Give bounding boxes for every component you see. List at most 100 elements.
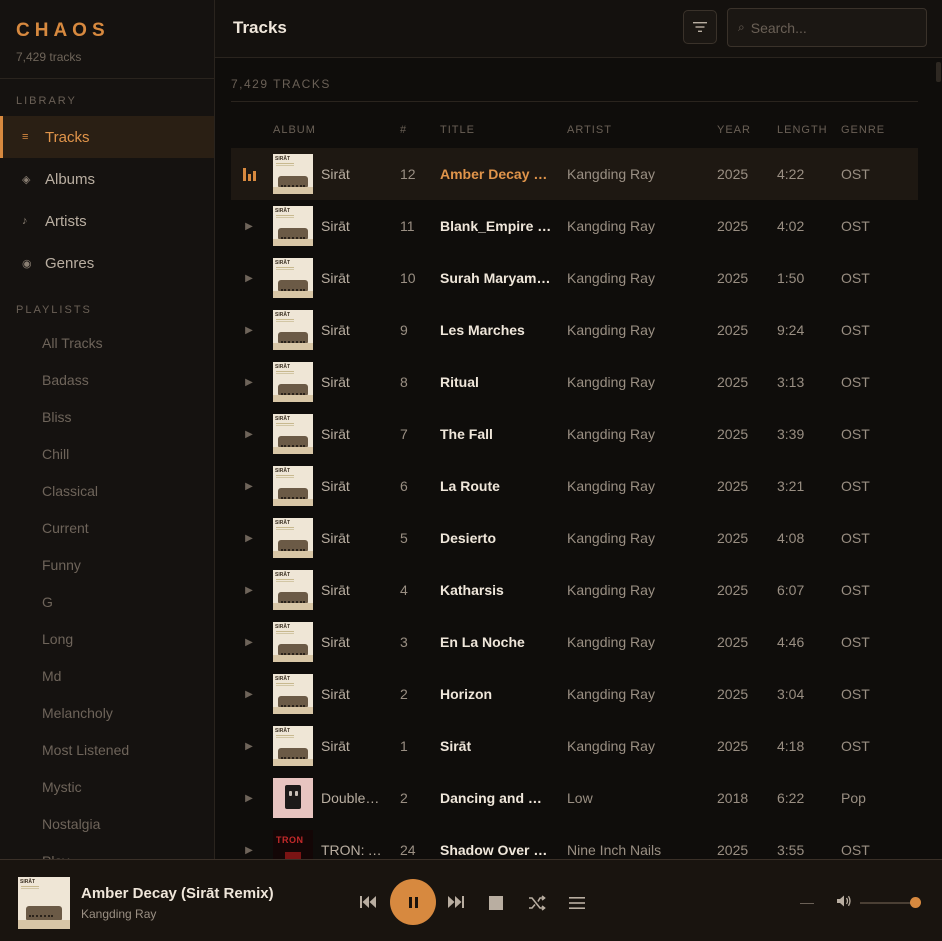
track-length: 3:04	[777, 686, 805, 702]
sidebar-item-albums[interactable]: ◈ Albums	[0, 158, 214, 200]
previous-button[interactable]	[358, 892, 378, 912]
pause-icon	[408, 896, 418, 908]
search-box[interactable]: ⌕	[727, 8, 927, 47]
col-album[interactable]: ALBUM	[273, 124, 316, 136]
table-row[interactable]: ▶ SIRĀT Sirāt 9 Les Marches Kangding Ray 2025 9…	[231, 304, 918, 356]
volume-slider-knob[interactable]	[909, 897, 921, 908]
table-row[interactable]: ▶ SIRĀT Sirāt 6 La Route Kangding Ray 2025 3:21…	[231, 460, 918, 512]
table-row[interactable]: ▶ SIRĀT Sirāt 10 Surah Maryam (Sirāt) Kangdin…	[231, 252, 918, 304]
volume-icon[interactable]	[836, 894, 852, 913]
play-icon: ▶	[245, 376, 253, 388]
track-title: Les Marches	[440, 322, 525, 338]
table-row[interactable]: ▶ SIRĀT Sirāt 1 Sirāt Kangding Ray 2025 4:18 OST	[231, 720, 918, 772]
track-year: 2025	[717, 322, 749, 338]
col-genre[interactable]: GENRE	[841, 124, 885, 136]
track-year: 2025	[717, 478, 749, 494]
sidebar-item-genres[interactable]: ◉ Genres	[0, 242, 214, 284]
playlist-item[interactable]: G	[0, 583, 214, 620]
play-button[interactable]: ▶	[241, 356, 257, 408]
track-length: 6:22	[777, 790, 805, 806]
brand-title: CHAOS	[16, 20, 110, 41]
table-row[interactable]: ▶ SIRĀT Sirāt 8 Ritual Kangding Ray 2025 3:13 OS…	[231, 356, 918, 408]
filter-button[interactable]	[683, 10, 717, 44]
sidebar-item-artists[interactable]: ♪ Artists	[0, 200, 214, 242]
now-playing-art[interactable]: SIRĀT	[18, 877, 70, 929]
shuffle-button[interactable]	[527, 893, 547, 913]
play-button[interactable]: ▶	[241, 200, 257, 252]
playlist-item[interactable]: Md	[0, 657, 214, 694]
queue-button[interactable]	[567, 893, 587, 913]
header: Tracks ⌕	[215, 0, 942, 58]
album-cover	[273, 778, 313, 818]
playlist-item[interactable]: Nostalgia	[0, 805, 214, 842]
track-year: 2025	[717, 686, 749, 702]
playlist-list: All Tracks Badass Bliss Chill Classical Curre…	[0, 324, 214, 860]
playlist-item[interactable]: Bliss	[0, 398, 214, 435]
album-cover: SIRĀT	[273, 674, 313, 714]
table-row[interactable]: ▶ SIRĀT Sirāt 5 Desierto Kangding Ray 2025 4:08…	[231, 512, 918, 564]
playlist-item[interactable]: Funny	[0, 546, 214, 583]
stop-button[interactable]	[487, 894, 505, 912]
table-row[interactable]: ▶ Double Negative 2 Dancing and Blood Low 201…	[231, 772, 918, 824]
now-playing-artist[interactable]: Kangding Ray	[81, 907, 156, 921]
playlist-item[interactable]: Play	[0, 842, 214, 860]
track-artist: Low	[567, 790, 593, 806]
play-button[interactable]: ▶	[241, 460, 257, 512]
col-year[interactable]: YEAR	[717, 124, 751, 136]
play-button[interactable]: ▶	[241, 772, 257, 824]
playlist-item[interactable]: Melancholy	[0, 694, 214, 731]
play-button[interactable]: ▶	[241, 512, 257, 564]
playlist-item[interactable]: Classical	[0, 472, 214, 509]
col-title[interactable]: TITLE	[440, 124, 475, 136]
col-artist[interactable]: ARTIST	[567, 124, 612, 136]
play-button[interactable]: ▶	[241, 668, 257, 720]
playlist-item[interactable]: Badass	[0, 361, 214, 398]
track-length: 6:07	[777, 582, 805, 598]
col-num[interactable]: #	[400, 124, 407, 136]
track-length: 4:22	[777, 166, 805, 182]
play-button[interactable]: ▶	[241, 252, 257, 304]
queue-icon	[569, 897, 585, 909]
next-button[interactable]	[446, 892, 466, 912]
playing-indicator[interactable]	[241, 148, 257, 200]
playlist-item[interactable]: Most Listened	[0, 731, 214, 768]
table-row[interactable]: ▶ SIRĀT Sirāt 11 Blank_Empire (Sirāt Edit) Ka…	[231, 200, 918, 252]
playlist-item[interactable]: Long	[0, 620, 214, 657]
play-button[interactable]: ▶	[241, 616, 257, 668]
search-icon: ⌕	[738, 20, 745, 34]
track-album: Sirāt	[321, 582, 350, 598]
play-button[interactable]: ▶	[241, 720, 257, 772]
play-button[interactable]: ▶	[241, 824, 257, 859]
track-artist: Kangding Ray	[567, 686, 655, 702]
track-year: 2018	[717, 790, 749, 806]
scrollbar-thumb[interactable]	[936, 62, 941, 82]
table-row[interactable]: ▶ SIRĀT Sirāt 3 En La Noche Kangding Ray 2025 4…	[231, 616, 918, 668]
play-button[interactable]: ▶	[241, 564, 257, 616]
track-genre: OST	[841, 738, 870, 754]
table-row[interactable]: ▶ SIRĀT Sirāt 2 Horizon Kangding Ray 2025 3:04 O…	[231, 668, 918, 720]
table-row[interactable]: ▶ SIRĀT Sirāt 7 The Fall Kangding Ray 2025 3:39…	[231, 408, 918, 460]
note-icon: ♪	[22, 215, 28, 227]
col-length[interactable]: LENGTH	[777, 124, 828, 136]
table-row[interactable]: ▶ TRON TRON: Ares 24 Shadow Over Me Nine Inch…	[231, 824, 918, 859]
track-album: Sirāt	[321, 738, 350, 754]
search-input[interactable]	[750, 19, 911, 36]
playlist-item[interactable]: Chill	[0, 435, 214, 472]
table-row[interactable]: SIRĀT Sirāt 12 Amber Decay (Sirāt Remix) Kan…	[231, 148, 918, 200]
play-button[interactable]: ▶	[241, 408, 257, 460]
playlist-item[interactable]: Current	[0, 509, 214, 546]
scrollbar[interactable]	[935, 58, 942, 859]
volume-mute-button[interactable]	[800, 903, 814, 904]
album-cover: SIRĀT	[273, 154, 313, 194]
play-button[interactable]: ▶	[241, 304, 257, 356]
sidebar-item-tracks[interactable]: ≡ Tracks	[0, 116, 214, 158]
album-art: SIRĀT	[273, 310, 313, 350]
now-playing-title[interactable]: Amber Decay (Sirāt Remix)	[81, 885, 274, 902]
playlist-item[interactable]: Mystic	[0, 768, 214, 805]
track-artist: Kangding Ray	[567, 582, 655, 598]
play-icon: ▶	[245, 220, 253, 232]
track-album: Sirāt	[321, 634, 350, 650]
table-row[interactable]: ▶ SIRĀT Sirāt 4 Katharsis Kangding Ray 2025 6:0…	[231, 564, 918, 616]
play-pause-button[interactable]	[390, 879, 436, 925]
playlist-item[interactable]: All Tracks	[0, 324, 214, 361]
